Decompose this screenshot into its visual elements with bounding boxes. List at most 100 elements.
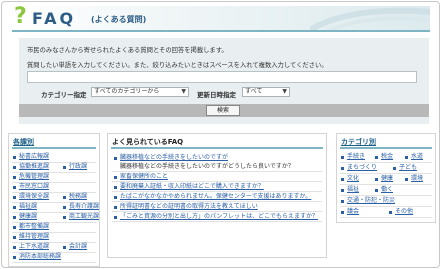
faq-link[interactable]: 所得証明書などの証明書の取得方法を教えてほしい xyxy=(120,203,258,211)
department-link[interactable]: 行政課 xyxy=(69,163,87,171)
department-link[interactable]: 環境保全課 xyxy=(19,193,49,201)
search-button[interactable]: 検索 xyxy=(206,105,240,116)
update-label: 更新日時指定 xyxy=(197,91,236,99)
category-link[interactable]: 交通・防犯・防災 xyxy=(347,197,395,205)
bullet-icon xyxy=(393,167,396,170)
bullet-icon xyxy=(63,216,66,219)
category-link[interactable]: 福祉 xyxy=(347,186,359,194)
bullet-icon xyxy=(63,206,66,209)
category-link[interactable]: 議会 xyxy=(347,208,359,216)
categories-box: カテゴリ別 手続き 税金 水道まちづくり 子ども文化 健康 環境福祉 働く交通・防犯・防災議… xyxy=(336,133,436,223)
categories-heading[interactable]: カテゴリ別 xyxy=(341,137,376,147)
bullet-icon xyxy=(341,156,344,159)
department-link[interactable]: 長寿介護課 xyxy=(69,203,99,211)
row-divider xyxy=(340,184,432,185)
category-label: カテゴリー指定 xyxy=(41,91,87,99)
department-link[interactable]: 会計課 xyxy=(69,243,87,251)
question-mark-icon: ? xyxy=(14,4,27,29)
bullet-icon xyxy=(114,196,117,199)
faq-answer-preview: 臓器移植などの手続きをしたいのですがどうしたら良いですか？ xyxy=(120,163,294,170)
update-select[interactable]: すべて ▼ xyxy=(242,87,290,97)
row-divider xyxy=(340,206,432,207)
category-link[interactable]: 働く xyxy=(381,186,393,194)
bullet-icon xyxy=(375,178,378,181)
row-divider xyxy=(112,181,322,182)
category-link[interactable]: その他 xyxy=(395,208,413,216)
popular-faq-box: よく見られているFAQ 臓器移植などの手続きをしたいのですが 臓器移植などの手続き… xyxy=(107,133,327,258)
header-rule xyxy=(12,30,430,32)
row-divider xyxy=(112,191,322,192)
department-link[interactable]: 協働推進課 xyxy=(19,163,49,171)
bullet-icon xyxy=(114,157,117,160)
department-link[interactable]: 上下水道課 xyxy=(19,243,49,251)
bullet-icon xyxy=(375,189,378,192)
faq-link[interactable]: 家畜保健所のこと xyxy=(120,173,168,181)
department-link[interactable]: 秘書広報課 xyxy=(19,153,49,161)
department-link[interactable]: 市民窓口課 xyxy=(19,183,49,191)
departments-heading[interactable]: 各課別 xyxy=(13,137,34,147)
category-link[interactable]: 健康 xyxy=(381,175,393,183)
department-link[interactable]: 健康課 xyxy=(19,213,37,221)
row-divider xyxy=(340,195,432,196)
bullet-icon xyxy=(13,176,16,179)
faq-link[interactable]: 「ごみと資源の分別と出し方」のパンフレットは、どこでもらえますか？ xyxy=(120,213,318,221)
department-link[interactable]: 維持管理課 xyxy=(19,233,49,241)
bullet-icon xyxy=(13,246,16,249)
bullet-icon xyxy=(13,236,16,239)
row-divider xyxy=(340,162,432,163)
department-link[interactable]: 都市整備課 xyxy=(19,223,49,231)
category-link[interactable]: 子ども xyxy=(399,164,417,172)
popular-heading: よく見られているFAQ xyxy=(112,138,184,146)
departments-rule xyxy=(12,147,96,149)
bullet-icon xyxy=(13,186,16,189)
bullet-icon xyxy=(63,246,66,249)
page-subtitle: (よくある質問) xyxy=(91,15,147,24)
bullet-icon xyxy=(13,216,16,219)
department-link[interactable]: 危機管理課 xyxy=(19,173,49,181)
category-link[interactable]: 文化 xyxy=(347,175,359,183)
bullet-icon xyxy=(63,166,66,169)
category-link[interactable]: 環境 xyxy=(411,175,423,183)
departments-box: 各課別 秘書広報課協働推進課 行政課危機管理課市民窓口課環境保全課 税務課福祉課 長寿… xyxy=(8,133,100,267)
search-button-bar: 検索 xyxy=(19,104,429,117)
popular-rule xyxy=(111,147,323,149)
faq-page: ? FAQ (よくある質問) 市民のみなさんから寄せられたよくある質問とその回答… xyxy=(1,1,440,268)
header-decoration xyxy=(310,7,430,30)
bullet-icon xyxy=(341,167,344,170)
categories-rule xyxy=(340,147,432,149)
intro-text: 市民のみなさんから寄せられたよくある質問とその回答を掲載します。 xyxy=(27,47,228,54)
faq-link[interactable]: たばこがなかなかやめられません。保健センターで支援はありますか。 xyxy=(120,193,311,201)
bullet-icon xyxy=(114,186,117,189)
row-divider xyxy=(12,262,96,263)
row-divider xyxy=(112,171,322,172)
department-link[interactable]: 福祉課 xyxy=(19,203,37,211)
bullet-icon xyxy=(13,256,16,259)
faq-link[interactable]: 臓器移植などの手続きをしたいのですが xyxy=(120,154,228,162)
category-select-value: すべてのカテゴリーから xyxy=(94,88,160,95)
bullet-icon xyxy=(341,178,344,181)
category-link[interactable]: 税金 xyxy=(381,153,393,161)
bullet-icon xyxy=(405,156,408,159)
chevron-down-icon: ▼ xyxy=(181,88,186,95)
department-link[interactable]: 商工観光課 xyxy=(69,213,99,221)
department-link[interactable]: 税務課 xyxy=(69,193,87,201)
bullet-icon xyxy=(405,178,408,181)
bullet-icon xyxy=(63,196,66,199)
department-link[interactable]: 消防本部総務課 xyxy=(19,253,61,261)
keyword-input[interactable] xyxy=(27,71,417,83)
bullet-icon xyxy=(341,211,344,214)
row-divider xyxy=(340,217,432,218)
faq-link[interactable]: 要和廃棄入証紙・収入印紙はどこで購入できますか？ xyxy=(120,183,264,191)
bullet-icon xyxy=(114,176,117,179)
category-link[interactable]: まちづくり xyxy=(347,164,377,172)
bullet-icon xyxy=(13,206,16,209)
row-divider xyxy=(112,211,322,212)
category-link[interactable]: 水道 xyxy=(411,153,423,161)
category-link[interactable]: 手続き xyxy=(347,153,365,161)
bullet-icon xyxy=(341,189,344,192)
chevron-down-icon: ▼ xyxy=(282,88,287,95)
bullet-icon xyxy=(13,156,16,159)
page-title: FAQ xyxy=(32,9,77,28)
row-divider xyxy=(112,201,322,202)
category-select[interactable]: すべてのカテゴリーから ▼ xyxy=(91,87,189,97)
